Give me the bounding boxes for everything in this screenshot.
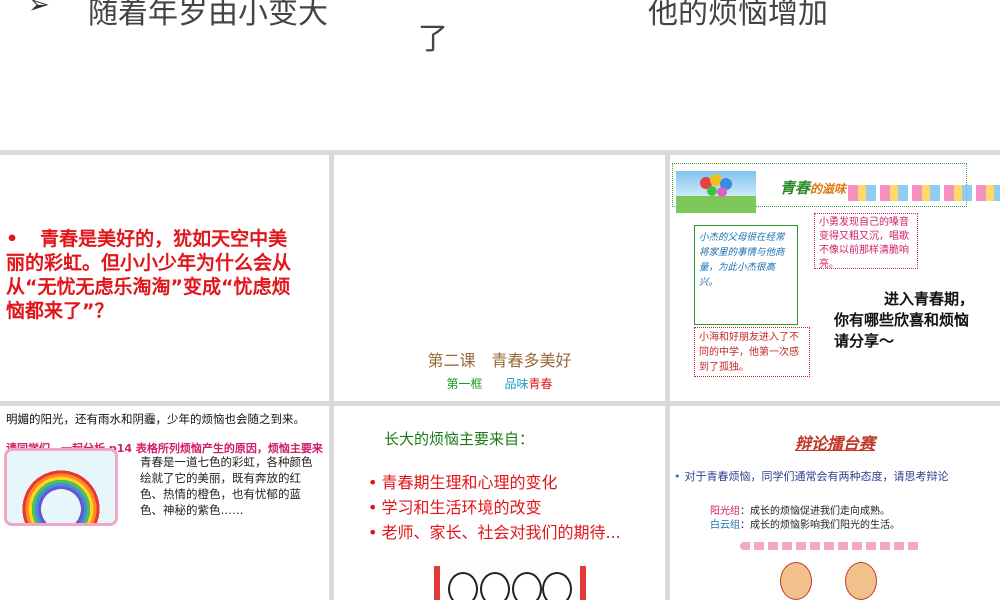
slide-thumbnail-2[interactable]: 第二课 青春多美好 第一框 品味青春 (334, 155, 665, 401)
list-item: 学习和生活环境的改变 (368, 495, 658, 520)
slide4-text: 明媚的阳光，还有雨水和阴霾，少年的烦恼也会随之到来。 (6, 412, 305, 426)
slide2-title: 第二课 青春多美好 (334, 347, 665, 371)
slide2-subtitle: 第一框 品味青春 (334, 375, 665, 392)
slide-thumbnail-3[interactable]: 青春的滋味 小杰的父母很在经常将家里的事情与他商量，为此小杰很高兴。 小勇发现自… (670, 155, 1000, 401)
slide3-title: 青春的滋味 (780, 177, 846, 198)
lesson-title: 青春多美好 (491, 351, 572, 370)
title-main: 青春 (780, 179, 811, 197)
debater-icon (780, 562, 812, 600)
sub-highlight: 青春 (528, 377, 553, 391)
rainbow-image (4, 448, 118, 526)
decorative-bar (740, 542, 920, 550)
flower-border (848, 185, 1000, 201)
slide6-bullet-text: 对于青春烦恼，同学们通常会有两种态度，请思考辩论 (684, 470, 949, 483)
slide4-description: 青春是一道七色的彩虹，各种颜色绘就了它的美丽，既有奔放的红色、热情的橙色，也有忧… (140, 455, 313, 517)
top-slide-fragment: ➢ 随着年岁由小变大 他的烦恼增加 了 (0, 0, 1000, 150)
story-box-1: 小杰的父母很在经常将家里的事情与他商量，为此小杰很高兴。 (694, 225, 798, 325)
slide-thumbnail-6[interactable]: 辩论擂台赛 • 对于青春烦恼，同学们通常会有两种态度，请思考辩论 阳光组：成长的烦… (670, 406, 1000, 600)
question-text: 进入青春期， 你有哪些欣喜和烦恼 请分享～ (834, 289, 974, 352)
slide-thumbnail-4[interactable]: 明媚的阳光，还有雨水和阴霾，少年的烦恼也会随之到来。 请同学们，一起分析 p14… (0, 406, 329, 600)
section-label: 第一框 (446, 377, 483, 391)
balloons-photo (676, 171, 756, 213)
top-wrap-text: 了 (418, 22, 448, 57)
list-item: 老师、家长、社会对我们的期待... (368, 520, 658, 545)
question-line-2: 你有哪些欣喜和烦恼 (834, 311, 970, 329)
group-cloud-key: 白云组 (710, 520, 740, 531)
face-icon (512, 572, 542, 600)
face-icon (542, 572, 572, 600)
face-icon (480, 572, 510, 600)
cartoon-faces-image (434, 566, 586, 600)
slide6-bullet: • 对于青春烦恼，同学们通常会有两种态度，请思考辩论 (674, 470, 964, 484)
story-box-3: 小海和好朋友进入了不同的中学，他第一次感到了孤独。 (694, 327, 810, 377)
group-sun: 阳光组：成长的烦恼促进我们走向成熟。 (710, 502, 890, 517)
slide-thumbnail-1[interactable]: • 青春是美好的，犹如天空中美丽的彩虹。但小小少年为什么会从从“无忧无虑乐淘淘”变… (0, 155, 329, 401)
bullet-icon: • (6, 228, 19, 250)
arrow-bullet-icon: ➢ (28, 0, 50, 20)
debater-icon (845, 562, 877, 600)
balloons-icon (700, 174, 732, 197)
slide1-body: 青春是美好的，犹如天空中美丽的彩虹。但小小少年为什么会从从“无忧无虑乐淘淘”变成… (6, 228, 292, 322)
rainbow-icon (17, 465, 105, 523)
group-cloud-text: ：成长的烦恼影响我们阳光的生活。 (740, 520, 900, 531)
group-cloud: 白云组：成长的烦恼影响我们阳光的生活。 (710, 516, 900, 531)
question-line-1: 进入青春期， (884, 290, 975, 308)
slide6-title: 辩论擂台赛 (794, 434, 875, 453)
slide1-text: • 青春是美好的，犹如天空中美丽的彩虹。但小小少年为什么会从从“无忧无虑乐淘淘”变… (6, 227, 306, 323)
title-tail: 的滋味 (810, 182, 847, 196)
sub-prefix: 品味 (504, 377, 529, 391)
slide-thumbnail-5[interactable]: 长大的烦恼主要来自： 青春期生理和心理的变化 学习和生活环境的改变 老师、家长、… (334, 406, 665, 600)
bullet-icon: • (674, 470, 681, 483)
top-left-text: 随着年岁由小变大 (88, 0, 328, 31)
question-line-3: 请分享～ (834, 332, 895, 350)
story-box-2: 小勇发现自己的嗓音变得又粗又沉，唱歌不像以前那样清脆响亮。 (814, 213, 918, 270)
top-right-text: 他的烦恼增加 (648, 0, 828, 31)
worry-list: 青春期生理和心理的变化 学习和生活环境的改变 老师、家长、社会对我们的期待... (368, 470, 658, 545)
slide5-heading: 长大的烦恼主要来自： (384, 430, 535, 448)
list-item: 青春期生理和心理的变化 (368, 470, 658, 495)
face-icon (448, 572, 478, 600)
lesson-label: 第二课 (427, 351, 476, 370)
